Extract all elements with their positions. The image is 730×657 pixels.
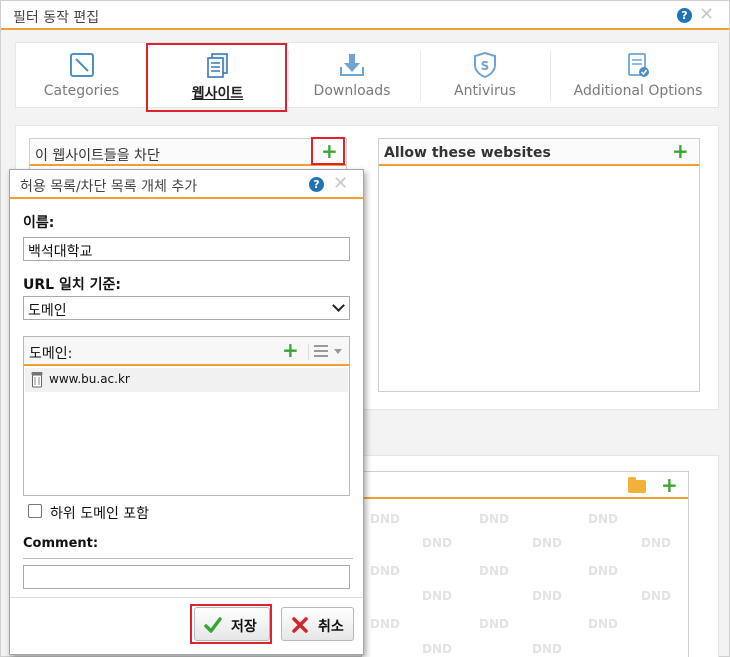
tab-antivirus[interactable]: S Antivirus	[420, 43, 550, 109]
allow-websites-title: Allow these websites	[384, 145, 551, 161]
cancel-button[interactable]: 취소	[281, 607, 354, 641]
domain-list-header: 도메인: +	[24, 337, 349, 366]
tab-additional-options-label: Additional Options	[573, 83, 703, 99]
name-input[interactable]: 백석대학교	[23, 237, 350, 261]
comment-divider	[23, 558, 353, 559]
include-subdomains-checkbox[interactable]	[28, 504, 42, 518]
cancel-label: 취소	[318, 619, 344, 635]
dnd-watermark: DND	[641, 536, 671, 550]
add-list-object-dialog: 허용 목록/차단 목록 개체 추가 ? ✕ 이름: 백석대학교 URL 일치 기…	[9, 169, 364, 655]
dialog-titlebar: 허용 목록/차단 목록 개체 추가 ? ✕	[10, 170, 363, 199]
close-icon[interactable]: ✕	[699, 6, 714, 24]
domain-list-box: 도메인: + www.bu.ac.kr	[23, 336, 350, 496]
add-item-button[interactable]: +	[661, 475, 678, 495]
dnd-watermark: DND	[479, 617, 509, 631]
additional-options-icon	[628, 53, 649, 77]
window-title: 필터 동작 편집	[13, 10, 100, 26]
dnd-watermark: DND	[370, 512, 400, 526]
comment-label: Comment:	[23, 536, 99, 551]
domain-list-item[interactable]: www.bu.ac.kr	[25, 368, 348, 392]
dnd-watermark: DND	[479, 564, 509, 578]
dnd-watermark: DND	[588, 617, 618, 631]
categories-icon	[69, 53, 94, 77]
add-allow-website-button[interactable]: +	[672, 141, 689, 161]
dnd-watermark: DND	[422, 536, 452, 550]
dialog-help-icon[interactable]: ?	[309, 177, 324, 192]
dnd-watermark: DND	[370, 564, 400, 578]
tab-categories-label: Categories	[43, 83, 120, 99]
svg-text:S: S	[481, 59, 490, 73]
save-highlight-frame	[190, 604, 272, 644]
list-menu-icon[interactable]	[314, 345, 328, 357]
allow-websites-box: Allow these websites	[378, 138, 700, 392]
dnd-watermark: DND	[422, 642, 452, 656]
dnd-watermark: DND	[370, 617, 400, 631]
comment-input[interactable]	[23, 565, 350, 589]
cancel-x-icon	[292, 617, 308, 633]
dnd-watermark: DND	[532, 589, 562, 603]
dnd-watermark: DND	[532, 642, 562, 656]
allow-websites-header: Allow these websites	[379, 139, 699, 166]
tab-highlight-frame	[146, 43, 287, 112]
dialog-footer-divider	[10, 597, 363, 598]
dnd-watermark: DND	[588, 512, 618, 526]
folder-icon[interactable]	[628, 477, 646, 493]
dialog-title: 허용 목록/차단 목록 개체 추가	[20, 179, 198, 195]
dnd-drop-box: + DND DND DND DND DND DND DND DND DND DN…	[361, 471, 689, 657]
add-button-highlight-frame	[311, 137, 345, 165]
url-match-value: 도메인	[28, 303, 67, 319]
antivirus-icon: S	[474, 51, 496, 79]
dnd-watermark: DND	[588, 564, 618, 578]
window-titlebar: 필터 동작 편집 ? ✕	[1, 1, 729, 30]
domain-value: www.bu.ac.kr	[49, 372, 130, 386]
tab-downloads-label: Downloads	[313, 83, 391, 99]
trash-icon[interactable]	[31, 371, 43, 388]
tab-antivirus-label: Antivirus	[454, 83, 516, 99]
dnd-watermark: DND	[532, 536, 562, 550]
tab-downloads[interactable]: Downloads	[288, 43, 416, 109]
block-websites-header: 이 웹사이트들을 차단	[30, 139, 346, 166]
add-domain-button[interactable]: +	[282, 340, 299, 360]
tab-strip: Categories 웹사이트 Downloads S Antivirus Ad…	[15, 42, 719, 108]
dnd-watermark: DND	[641, 589, 671, 603]
chevron-down-icon	[332, 299, 345, 312]
url-match-select[interactable]: 도메인	[23, 296, 350, 320]
block-websites-title: 이 웹사이트들을 차단	[35, 148, 160, 164]
include-subdomains-label: 하위 도메인 포함	[50, 506, 150, 522]
dnd-watermark: DND	[422, 589, 452, 603]
help-icon[interactable]: ?	[677, 8, 692, 23]
name-label: 이름:	[23, 215, 55, 231]
domain-label: 도메인:	[29, 346, 73, 362]
dnd-watermark: DND	[479, 512, 509, 526]
list-menu-dropdown-icon[interactable]	[334, 349, 342, 354]
tab-additional-options[interactable]: Additional Options	[556, 43, 720, 109]
dnd-box-header: +	[362, 472, 688, 499]
tab-categories[interactable]: Categories	[16, 43, 147, 109]
dialog-close-icon[interactable]: ✕	[333, 175, 348, 193]
downloads-icon	[340, 54, 364, 76]
url-match-label: URL 일치 기준:	[23, 277, 121, 293]
